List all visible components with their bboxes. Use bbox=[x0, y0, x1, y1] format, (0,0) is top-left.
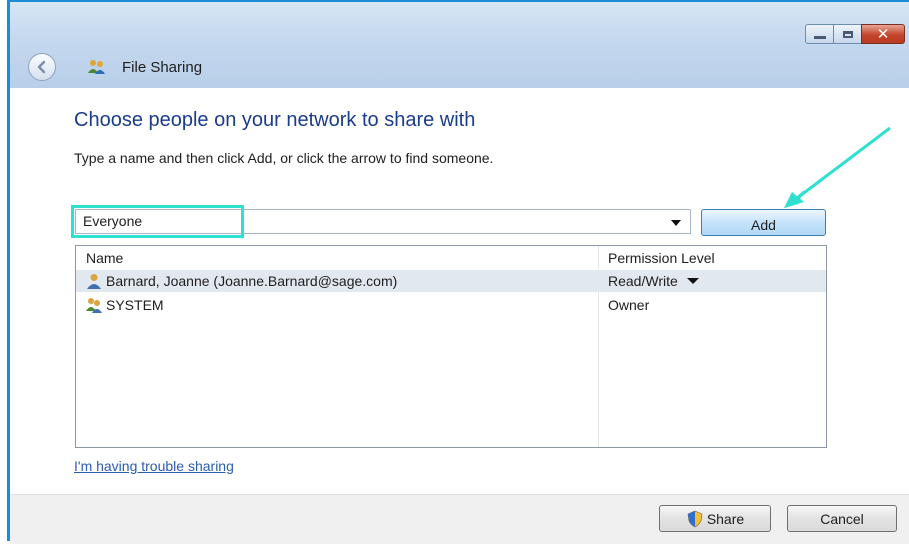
minimize-button[interactable] bbox=[805, 24, 833, 44]
main-content: Choose people on your network to share w… bbox=[10, 88, 909, 494]
instruction-text: Type a name and then click Add, or click… bbox=[74, 150, 494, 166]
sharing-list: Name Permission Level Barnard, Joanne (J… bbox=[75, 245, 827, 448]
table-row[interactable]: Barnard, Joanne (Joanne.Barnard@sage.com… bbox=[76, 270, 826, 292]
trouble-sharing-link[interactable]: I'm having trouble sharing bbox=[74, 458, 234, 474]
maximize-icon bbox=[842, 30, 853, 38]
share-button-label: Share bbox=[706, 510, 745, 527]
window-controls: ✕ bbox=[805, 24, 905, 44]
share-button[interactable]: Share bbox=[659, 505, 771, 532]
window-title: File Sharing bbox=[122, 59, 203, 76]
user-icon bbox=[87, 274, 101, 289]
uac-shield-icon bbox=[687, 510, 703, 527]
user-name-text: Barnard, Joanne (Joanne.Barnard@sage.com… bbox=[106, 273, 398, 289]
annotation-arrow bbox=[784, 126, 891, 208]
close-button[interactable]: ✕ bbox=[861, 24, 905, 44]
back-button[interactable] bbox=[28, 53, 56, 81]
permission-dropdown-icon[interactable] bbox=[686, 278, 699, 284]
user-name-cell: Barnard, Joanne (Joanne.Barnard@sage.com… bbox=[86, 273, 397, 289]
close-icon: ✕ bbox=[876, 25, 890, 43]
add-button-label: Add bbox=[751, 216, 776, 233]
cancel-button[interactable]: Cancel bbox=[787, 505, 897, 532]
maximize-button[interactable] bbox=[833, 24, 861, 44]
footer-bar: Share Cancel bbox=[10, 494, 909, 544]
cancel-button-label: Cancel bbox=[820, 510, 864, 527]
annotation-highlight-box bbox=[71, 205, 244, 238]
group-name-text: SYSTEM bbox=[106, 297, 164, 313]
group-icon bbox=[86, 298, 102, 313]
column-header-permission[interactable]: Permission Level bbox=[608, 250, 715, 266]
permission-text: Owner bbox=[608, 297, 650, 313]
column-header-name[interactable]: Name bbox=[86, 250, 123, 266]
title-bar: ✕ File Sharing bbox=[10, 2, 909, 88]
minimize-icon bbox=[813, 35, 826, 39]
table-row[interactable]: SYSTEM Owner bbox=[76, 294, 826, 316]
group-name-cell: SYSTEM bbox=[86, 297, 164, 313]
page-heading: Choose people on your network to share w… bbox=[74, 109, 476, 131]
file-sharing-icon bbox=[87, 58, 107, 81]
dropdown-arrow-icon[interactable] bbox=[671, 220, 681, 226]
list-header: Name Permission Level bbox=[76, 246, 826, 268]
file-sharing-window: ✕ File Sharing Choose people on your net… bbox=[7, 0, 909, 544]
permission-dropdown[interactable]: Read/Write bbox=[608, 273, 699, 289]
back-arrow-icon bbox=[37, 60, 46, 74]
permission-text: Read/Write bbox=[608, 273, 678, 289]
